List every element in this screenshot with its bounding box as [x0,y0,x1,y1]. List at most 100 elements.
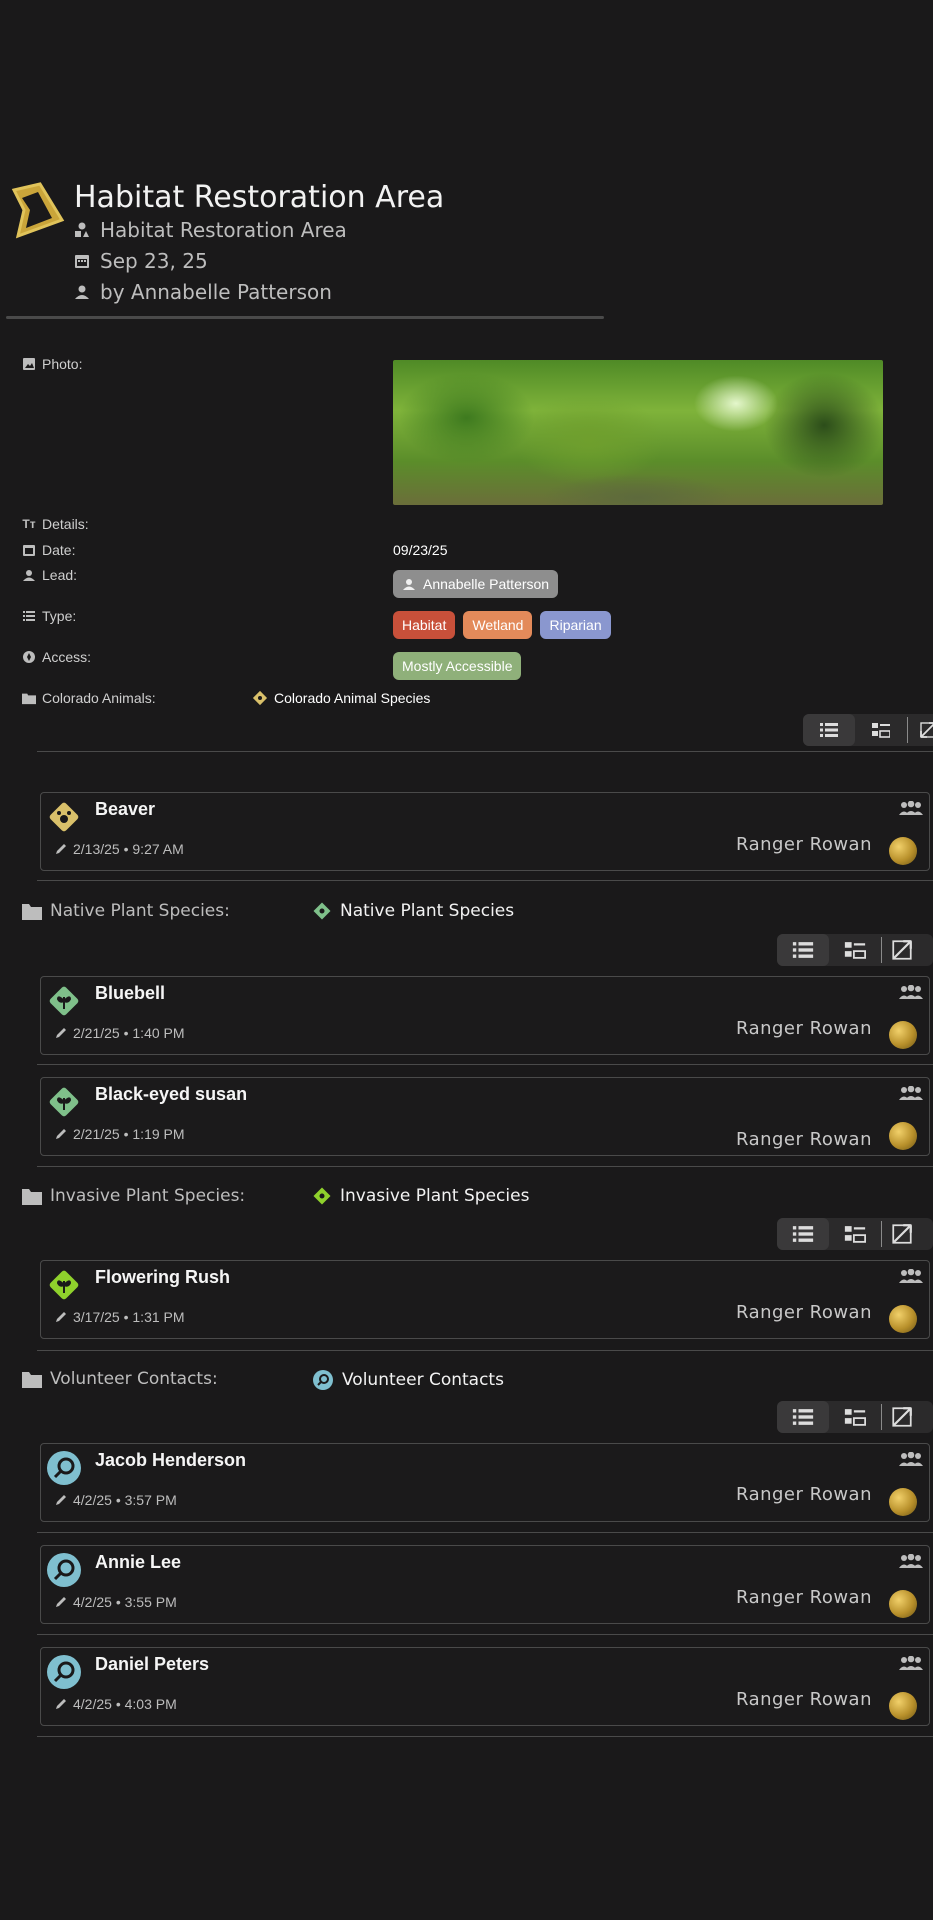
lead-chip[interactable]: Annabelle Patterson [393,570,566,598]
list-icon [792,942,814,958]
header-author[interactable]: by Annabelle Patterson [100,280,332,304]
record-card[interactable]: Daniel Peters 4/2/25 • 4:03 PM Ranger Ro… [40,1647,930,1726]
record-edited: 2/13/25 • 9:27 AM [55,841,184,857]
record-name: Black-eyed susan [95,1084,248,1104]
date-label: Date: [22,542,75,558]
header-date: Sep 23, 25 [100,249,208,273]
record-owner: Ranger Rowan [735,1302,872,1323]
person-icon [74,284,90,300]
avatar[interactable] [889,1305,917,1333]
person-icon [403,579,415,590]
folder-icon [22,691,36,705]
record-card[interactable]: Jacob Henderson 4/2/25 • 3:57 PM Ranger … [40,1443,930,1522]
leaf-diamond-icon [313,1187,331,1205]
list-view-button[interactable] [777,1218,829,1250]
avatar[interactable] [889,1692,917,1720]
record-edited: 4/2/25 • 4:03 PM [55,1696,177,1712]
list-view-button[interactable] [803,714,855,746]
record-edited: 2/21/25 • 1:19 PM [55,1126,185,1142]
expand-icon [892,1224,912,1244]
group-icon [899,801,923,815]
expand-button[interactable] [882,934,922,966]
avatar[interactable] [889,1122,917,1150]
record-name: Daniel Peters [95,1654,210,1674]
section-divider [37,1532,933,1533]
magnifier-icon [47,1553,81,1587]
cards-icon [844,1409,866,1426]
section-divider [37,1736,933,1737]
access-tag[interactable]: Mostly Accessible [393,652,529,680]
record-name: Flowering Rush [95,1267,230,1287]
expand-icon [920,722,933,738]
native-section-label: Native Plant Species: [22,901,230,921]
record-card[interactable]: Annie Lee 4/2/25 • 3:55 PM Ranger Rowan [40,1545,930,1624]
pencil-icon [56,844,66,854]
leaf-diamond-icon [49,986,79,1016]
expand-icon [892,1407,912,1427]
date-line: Sep 23, 25 [74,249,208,273]
access-label: Access: [22,649,91,665]
cards-icon [872,723,890,738]
invasive-section-link[interactable]: Invasive Plant Species [312,1186,529,1206]
section-divider [37,1350,933,1351]
type-tag-wetland[interactable]: Wetland [463,611,533,639]
expand-icon [892,940,912,960]
record-edited: 4/2/25 • 3:57 PM [55,1492,177,1508]
record-card[interactable]: Bluebell 2/21/25 • 1:40 PM Ranger Rowan [40,976,930,1055]
map-polygon-icon [11,182,65,239]
pencil-icon [56,1028,66,1038]
header-divider [6,316,604,319]
group-icon [899,1269,923,1283]
list-icon [820,723,838,737]
animals-section-label: Colorado Animals: [22,690,156,706]
type-label: Type: [22,608,76,624]
record-owner: Ranger Rowan [735,1129,872,1150]
paw-diamond-icon [49,802,79,832]
lead-label: Lead: [22,567,77,583]
type-tag-habitat[interactable]: Habitat [393,611,456,639]
avatar[interactable] [889,837,917,865]
volunteers-section-label: Volunteer Contacts: [22,1369,218,1389]
card-view-button[interactable] [829,1401,881,1433]
volunteers-section-link[interactable]: Volunteer Contacts [312,1369,504,1391]
page-title: Habitat Restoration Area [74,180,445,215]
record-owner: Ranger Rowan [735,1484,872,1505]
cards-icon [844,942,866,959]
volunteers-view-toolbar [777,1401,933,1433]
section-divider [37,751,933,752]
avatar[interactable] [889,1021,917,1049]
native-section-link[interactable]: Native Plant Species [312,901,514,921]
text-size-icon: Tт [22,517,36,531]
compass-icon [22,650,36,664]
record-card[interactable]: Flowering Rush 3/17/25 • 1:31 PM Ranger … [40,1260,930,1339]
habitat-photo[interactable] [393,360,883,505]
type-tag-riparian[interactable]: Riparian [540,611,611,639]
avatar[interactable] [889,1488,917,1516]
record-card[interactable]: Black-eyed susan 2/21/25 • 1:19 PM Range… [40,1077,930,1156]
expand-button[interactable] [882,1401,922,1433]
invasive-view-toolbar [777,1218,933,1250]
pencil-icon [56,1699,66,1709]
card-view-button[interactable] [829,1218,881,1250]
list-view-button[interactable] [777,934,829,966]
avatar[interactable] [889,1590,917,1618]
group-icon [899,1656,923,1670]
category-text[interactable]: Habitat Restoration Area [100,218,347,242]
card-view-button[interactable] [855,714,907,746]
invasive-section-label: Invasive Plant Species: [22,1186,245,1206]
expand-button[interactable] [908,714,933,746]
expand-button[interactable] [882,1218,922,1250]
folder-icon [22,904,42,920]
paw-diamond-icon [252,690,268,706]
record-name: Bluebell [95,983,166,1003]
record-edited: 4/2/25 • 3:55 PM [55,1594,177,1610]
record-card[interactable]: Beaver 2/13/25 • 9:27 AM Ranger Rowan [40,792,930,871]
animals-section-link[interactable]: Colorado Animal Species [252,690,430,706]
animals-view-toolbar [803,714,933,746]
image-icon [22,357,36,371]
card-view-button[interactable] [829,934,881,966]
record-owner: Ranger Rowan [735,1689,872,1710]
list-view-button[interactable] [777,1401,829,1433]
record-edited: 2/21/25 • 1:40 PM [55,1025,185,1041]
magnifier-icon [47,1451,81,1485]
